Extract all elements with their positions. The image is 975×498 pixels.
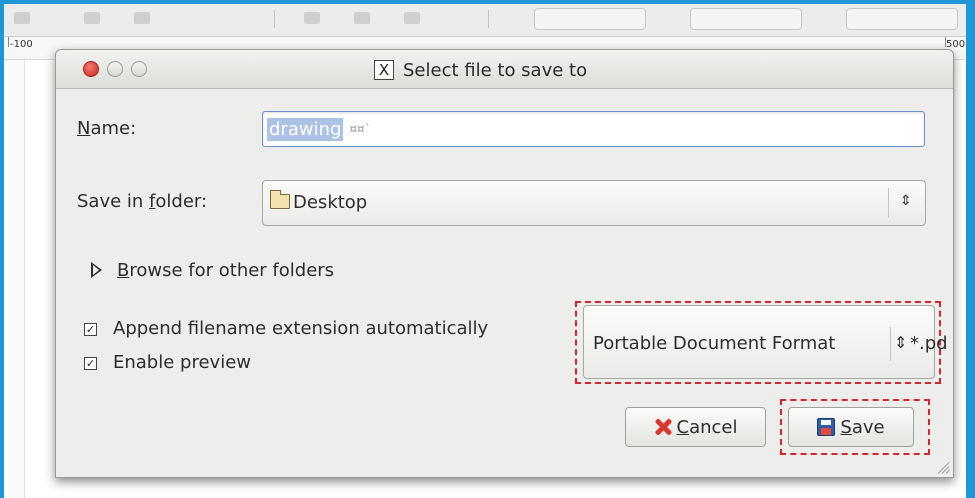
updown-arrows-icon: ⇕ (900, 193, 912, 209)
name-label-mnemonic: N (77, 118, 91, 139)
dialog-title-text: Select file to save to (403, 59, 588, 81)
folder-label: Save in folder: (77, 191, 207, 212)
folder-select-value: Desktop (293, 192, 368, 213)
file-format-select[interactable]: Portable Document Format ⇕ *.pd (583, 305, 948, 379)
enable-preview-checkbox[interactable]: ✓ (84, 357, 97, 370)
toolbar-icon[interactable] (354, 12, 370, 24)
save-mnemonic: S (840, 416, 852, 438)
minimize-window-button[interactable] (107, 61, 123, 77)
filename-input[interactable]: drawing ¤¤` (262, 111, 925, 147)
toolbar (4, 4, 966, 37)
close-window-button[interactable] (83, 61, 99, 77)
folder-label-rest: older: (155, 191, 208, 212)
browse-label-rest: rowse for other folders (129, 260, 335, 281)
save-button[interactable]: Save (788, 407, 914, 447)
toolbar-icon[interactable] (134, 12, 150, 24)
folder-label-prefix: Save in (77, 191, 150, 212)
save-folder-select[interactable]: Desktop ⇕ (262, 180, 926, 226)
toolbar-separator (488, 10, 489, 28)
toolbar-field[interactable] (534, 8, 646, 30)
toolbar-icon[interactable] (84, 12, 100, 24)
cancel-label-rest: ancel (689, 416, 738, 438)
toolbar-icon[interactable] (14, 12, 30, 24)
append-extension-label: Append filename extension automatically (113, 318, 489, 339)
name-label: Name: (77, 118, 136, 139)
cancel-icon (654, 418, 672, 436)
enable-preview-label: Enable preview (113, 352, 251, 373)
cancel-mnemonic: C (676, 416, 690, 438)
filename-tail-text: ¤¤` (349, 122, 371, 136)
folder-icon (270, 190, 290, 209)
toolbar-separator (274, 10, 275, 28)
browse-mnemonic: B (117, 260, 130, 281)
toolbar-icon[interactable] (304, 12, 320, 24)
dialog-titlebar[interactable]: X Select file to save to (56, 50, 953, 89)
format-extension-text: *.pd (910, 333, 948, 354)
toolbar-field[interactable] (690, 8, 802, 30)
floppy-disk-icon (817, 418, 836, 436)
expander-arrow-icon[interactable] (91, 262, 102, 278)
dialog-title: X Select file to save to (374, 58, 587, 82)
toolbar-field[interactable] (846, 8, 958, 30)
maximize-window-button[interactable] (131, 61, 147, 77)
vertical-ruler (4, 60, 25, 498)
ruler-tick (8, 37, 9, 47)
format-select-value: Portable Document Format (593, 333, 836, 354)
combo-divider (888, 188, 889, 218)
ruler-label: -100 (10, 39, 33, 50)
updown-arrows-icon: ⇕ (894, 333, 908, 352)
toolbar-icon[interactable] (404, 12, 420, 24)
save-label-rest: ave (851, 416, 885, 438)
save-dialog: X Select file to save to Name: drawing ¤… (55, 49, 954, 478)
append-extension-checkbox[interactable]: ✓ (84, 323, 97, 336)
x-app-icon: X (374, 60, 394, 80)
combo-divider (890, 327, 891, 361)
cancel-button[interactable]: Cancel (625, 407, 766, 447)
name-label-rest: ame: (90, 118, 137, 139)
filename-selected-text: drawing (267, 117, 344, 141)
browse-folders-expander[interactable]: Browse for other folders (117, 260, 334, 281)
resize-grip-icon[interactable] (936, 460, 950, 474)
